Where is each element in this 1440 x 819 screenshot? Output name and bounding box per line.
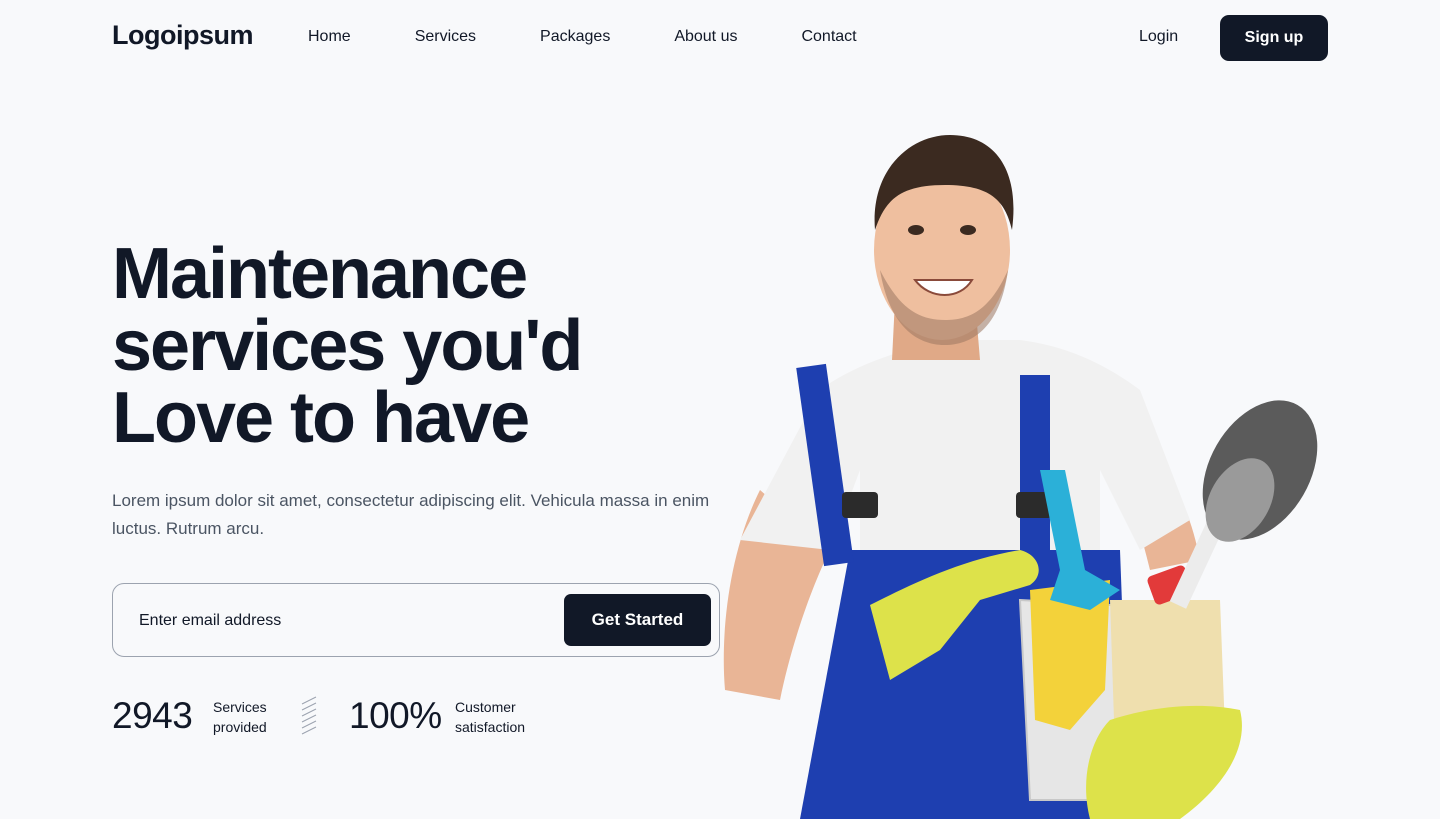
stat-services-label: Services provided xyxy=(213,697,267,737)
nav-link-about[interactable]: About us xyxy=(674,28,737,46)
headline-line-2: services you'd xyxy=(112,306,583,386)
top-navigation: Logoipsum Home Services Packages About u… xyxy=(0,0,1440,76)
stat-satisfaction-value: 100% xyxy=(349,695,442,736)
headline-line-1: Maintenance xyxy=(112,234,528,314)
email-input[interactable] xyxy=(137,606,541,636)
hero-headline: Maintenance services you'd Love to have xyxy=(112,238,732,454)
nav-link-services[interactable]: Services xyxy=(415,28,476,46)
stat-satisfaction-label: Customer satisfaction xyxy=(455,697,525,737)
get-started-button[interactable]: Get Started xyxy=(564,594,711,646)
stat-services-label-line1: Services xyxy=(213,699,267,715)
logo[interactable]: Logoipsum xyxy=(112,20,253,51)
hero-cleaner-image xyxy=(723,135,1318,819)
nav-link-packages[interactable]: Packages xyxy=(540,28,610,46)
stat-services-value: 2943 xyxy=(112,695,193,736)
signup-button[interactable]: Sign up xyxy=(1220,15,1328,61)
login-link[interactable]: Login xyxy=(1139,28,1178,46)
stat-services-label-line2: provided xyxy=(213,719,267,735)
diagonal-hatch-icon xyxy=(301,696,317,735)
nav-link-home[interactable]: Home xyxy=(308,28,351,46)
nav-link-contact[interactable]: Contact xyxy=(801,28,856,46)
email-signup-form: Get Started xyxy=(112,583,720,657)
stat-satisfaction-label-line2: satisfaction xyxy=(455,719,526,735)
stat-satisfaction-label-line1: Customer xyxy=(455,699,516,715)
hero-subtitle: Lorem ipsum dolor sit amet, consectetur … xyxy=(112,491,710,538)
nav-links: Home Services Packages About us Contact xyxy=(308,28,857,46)
headline-line-3: Love to have xyxy=(112,378,530,458)
